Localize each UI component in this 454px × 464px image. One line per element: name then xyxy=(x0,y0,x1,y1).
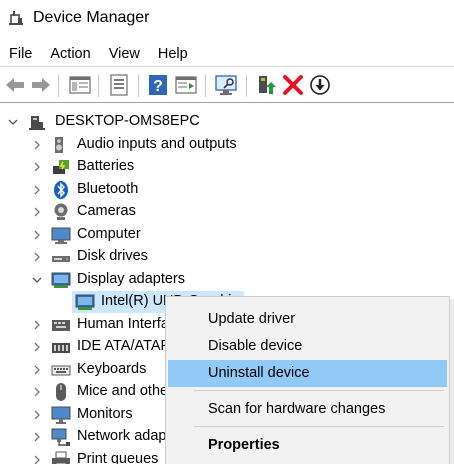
tree-category-label: Bluetooth xyxy=(77,181,139,197)
toolbar-separator xyxy=(246,75,247,97)
speaker-icon xyxy=(55,137,63,153)
tree-category-label: Display adapters xyxy=(77,271,185,287)
chevron-right-icon[interactable] xyxy=(32,185,42,195)
tree-category-label: IDE ATA/ATAPI controllers xyxy=(77,338,165,354)
chevron-right-icon[interactable] xyxy=(32,410,42,420)
bluetooth-icon xyxy=(54,181,68,199)
chevron-down-icon[interactable] xyxy=(8,117,18,127)
tree-category-mice[interactable]: Mice and other pointing devices xyxy=(0,381,165,403)
tree-category-hid[interactable]: Human Interface Devices xyxy=(0,314,165,336)
tree-category-label: Batteries xyxy=(77,158,135,174)
tree-root-label: DESKTOP-OMS8EPC xyxy=(55,113,200,129)
back-arrow-icon[interactable] xyxy=(3,73,27,97)
tree-category-label: Human Interface Devices xyxy=(77,316,165,332)
context-menu-update-driver[interactable]: Update driver xyxy=(168,306,447,333)
chevron-right-icon[interactable] xyxy=(32,342,42,352)
svg-text:?: ? xyxy=(153,78,163,95)
context-menu-disable-device[interactable]: Disable device xyxy=(168,333,447,360)
tree-category-network-adapters[interactable]: Network adapters xyxy=(0,426,165,448)
printer-icon xyxy=(52,451,70,464)
tree-category-label: Keyboards xyxy=(77,361,147,377)
toolbar-separator xyxy=(138,75,139,97)
disable-device-icon[interactable] xyxy=(308,73,332,97)
chevron-right-icon[interactable] xyxy=(32,162,42,172)
context-menu-scan-hardware[interactable]: Scan for hardware changes xyxy=(168,396,447,423)
toolbar-separator xyxy=(98,75,99,97)
chevron-right-icon[interactable] xyxy=(32,455,42,464)
chevron-right-icon[interactable] xyxy=(32,432,42,442)
toolbar: ? xyxy=(0,66,454,103)
tree-category-monitors[interactable]: Monitors xyxy=(0,404,165,426)
tree-category-label: Mice and other pointing devices xyxy=(77,383,165,399)
tree-category-label: Audio inputs and outputs xyxy=(77,136,237,152)
properties-icon[interactable] xyxy=(107,73,131,97)
chevron-right-icon[interactable] xyxy=(32,365,42,375)
tree-category-display-adapters[interactable]: Display adapters xyxy=(0,269,300,291)
context-menu-uninstall-device[interactable]: Uninstall device xyxy=(168,360,447,387)
tree-category-keyboards[interactable]: Keyboards xyxy=(0,359,165,381)
chevron-right-icon[interactable] xyxy=(32,140,42,150)
tree-category-label: Disk drives xyxy=(77,248,148,264)
context-menu-properties[interactable]: Properties xyxy=(168,432,447,459)
show-hide-console-tree-icon[interactable] xyxy=(68,73,92,97)
display-adapter-icon xyxy=(51,272,71,288)
action-pane-icon[interactable] xyxy=(174,73,198,97)
network-adapter-icon xyxy=(51,428,70,446)
update-driver-icon[interactable] xyxy=(254,73,278,97)
device-manager-icon xyxy=(9,11,23,25)
tree-category-label: Cameras xyxy=(77,203,136,219)
camera-icon xyxy=(54,203,68,220)
battery-icon xyxy=(53,160,69,174)
tree-category-label: Computer xyxy=(77,226,141,242)
menu-file[interactable]: File xyxy=(0,44,41,66)
tree-category-audio[interactable]: Audio inputs and outputs xyxy=(0,134,300,156)
menu-view[interactable]: View xyxy=(100,44,149,66)
chevron-right-icon[interactable] xyxy=(32,252,42,262)
chevron-right-icon[interactable] xyxy=(32,320,42,330)
monitor-icon xyxy=(51,406,71,424)
context-menu-separator xyxy=(194,426,444,427)
chevron-down-icon[interactable] xyxy=(32,275,42,285)
tree-category-batteries[interactable]: Batteries xyxy=(0,156,300,178)
disk-drive-icon xyxy=(52,256,70,262)
computer-icon xyxy=(51,227,71,244)
forward-arrow-icon[interactable] xyxy=(29,73,53,97)
tree-category-print-queues[interactable]: Print queues xyxy=(0,449,165,464)
title-bar: Device Manager xyxy=(0,0,454,40)
chevron-right-icon[interactable] xyxy=(32,387,42,397)
tree-category-computer[interactable]: Computer xyxy=(0,224,300,246)
menu-help[interactable]: Help xyxy=(149,44,197,66)
help-icon[interactable]: ? xyxy=(146,73,170,97)
chevron-right-icon[interactable] xyxy=(32,207,42,217)
toolbar-separator xyxy=(58,75,59,97)
context-menu: Update driver Disable device Uninstall d… xyxy=(165,296,450,464)
context-menu-separator xyxy=(194,390,444,391)
tree-category-ide-ata[interactable]: IDE ATA/ATAPI controllers xyxy=(0,336,165,358)
ide-controller-icon xyxy=(52,343,70,353)
window-title: Device Manager xyxy=(33,9,150,26)
tree-root[interactable]: DESKTOP-OMS8EPC xyxy=(0,111,454,133)
tree-category-label: Network adapters xyxy=(77,428,165,444)
tree-category-bluetooth[interactable]: Bluetooth xyxy=(0,179,300,201)
computer-tower-icon xyxy=(29,116,45,130)
tree-category-cameras[interactable]: Cameras xyxy=(0,201,300,223)
keyboard-icon xyxy=(51,365,71,376)
tree-category-label: Monitors xyxy=(77,406,133,422)
mouse-icon xyxy=(56,383,66,401)
toolbar-separator xyxy=(205,75,206,97)
menu-action[interactable]: Action xyxy=(41,44,99,66)
hid-icon xyxy=(52,320,70,331)
uninstall-device-icon[interactable] xyxy=(281,73,305,97)
device-manager-window: Device Manager File Action View Help ? D… xyxy=(0,0,454,464)
tree-category-label: Print queues xyxy=(77,451,159,464)
chevron-right-icon[interactable] xyxy=(32,230,42,240)
tree-category-disk-drives[interactable]: Disk drives xyxy=(0,246,300,268)
menu-bar: File Action View Help xyxy=(0,44,197,66)
display-adapter-icon xyxy=(75,294,95,310)
scan-hardware-icon[interactable] xyxy=(214,73,238,97)
content-border xyxy=(0,102,454,103)
